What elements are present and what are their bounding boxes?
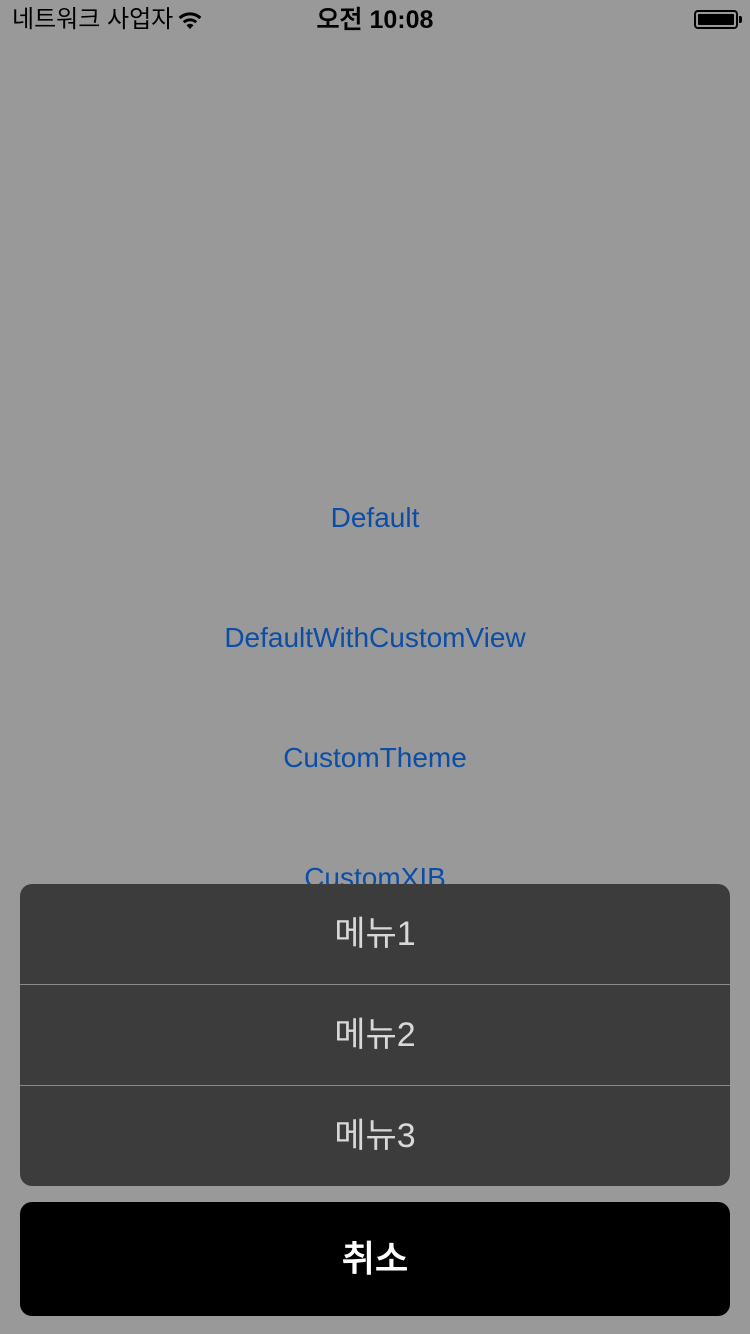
- sheet-item-menu1[interactable]: 메뉴1: [20, 884, 730, 984]
- battery-cap: [739, 16, 742, 23]
- default-button[interactable]: Default: [0, 501, 750, 535]
- cancel-button[interactable]: 취소: [20, 1202, 730, 1316]
- status-bar: 네트워크 사업자 오전 10:08: [0, 0, 750, 40]
- sheet-item-menu3[interactable]: 메뉴3: [20, 1086, 730, 1186]
- status-clock: 오전 10:08: [316, 6, 434, 34]
- sheet-item-menu2[interactable]: 메뉴2: [20, 985, 730, 1085]
- custom-theme-button[interactable]: CustomTheme: [0, 741, 750, 775]
- default-with-custom-view-button[interactable]: DefaultWithCustomView: [0, 621, 750, 655]
- battery-level: [698, 14, 734, 25]
- action-sheet: 메뉴1 메뉴2 메뉴3: [20, 884, 730, 1186]
- battery-icon: [694, 10, 738, 29]
